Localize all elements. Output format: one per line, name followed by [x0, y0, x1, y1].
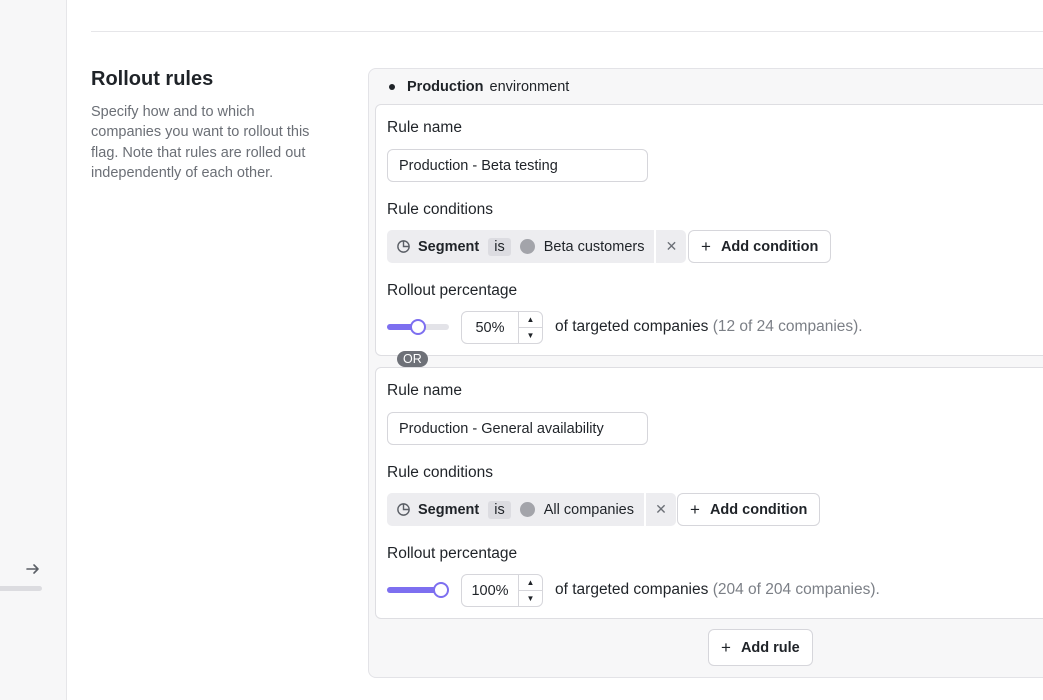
percentage-value[interactable]: 100% — [462, 575, 518, 606]
caret-up-icon[interactable]: ▲ — [519, 575, 542, 590]
add-condition-button[interactable]: + Add condition — [688, 230, 832, 263]
environment-card: Production environment Rule name Rule co… — [368, 68, 1043, 678]
divider — [91, 31, 1043, 32]
targeted-label: of targeted companies — [555, 318, 709, 335]
rule-name-label: Rule name — [387, 119, 462, 136]
rule-conditions-label: Rule conditions — [387, 201, 493, 218]
left-rail — [0, 0, 67, 700]
pie-chart-icon — [396, 239, 411, 254]
condition-chip[interactable]: Segment is Beta customers ✕ — [387, 230, 687, 263]
dot-icon — [389, 84, 395, 90]
condition-operator[interactable]: is — [488, 237, 511, 256]
percentage-stepper[interactable]: 50% ▲ ▼ — [461, 311, 543, 344]
condition-body[interactable]: Segment is All companies — [387, 493, 644, 526]
targeted-count: (12 of 24 companies). — [712, 318, 863, 335]
slider-thumb[interactable] — [410, 319, 426, 335]
section-description: Specify how and to which companies you w… — [91, 104, 310, 182]
percentage-stepper[interactable]: 100% ▲ ▼ — [461, 574, 543, 607]
add-condition-label: Add condition — [720, 238, 819, 255]
condition-field: Segment — [418, 501, 480, 518]
add-condition-label: Add condition — [709, 501, 808, 518]
plus-icon: + — [690, 500, 700, 519]
environment-suffix: environment — [489, 79, 570, 95]
plus-icon: + — [721, 638, 731, 657]
condition-field: Segment — [418, 238, 480, 255]
targeted-companies-text: of targeted companies (12 of 24 companie… — [555, 318, 863, 336]
targeted-label: of targeted companies — [555, 581, 709, 598]
percentage-value[interactable]: 50% — [462, 312, 518, 343]
rule-name-label: Rule name — [387, 382, 462, 399]
rule-card: Rule name Rule conditions Segment is All… — [375, 367, 1043, 619]
segment-dot-icon — [519, 502, 535, 517]
pie-chart-icon — [396, 502, 411, 517]
add-condition-button[interactable]: + Add condition — [677, 493, 821, 526]
section-title: Rollout rules — [91, 68, 214, 90]
stepper-arrows: ▲ ▼ — [518, 312, 542, 343]
or-badge: OR — [397, 351, 428, 367]
add-rule-button[interactable]: + Add rule — [708, 629, 813, 666]
condition-value[interactable]: All companies — [544, 502, 634, 518]
targeted-count: (204 of 204 companies). — [712, 581, 880, 598]
caret-up-icon[interactable]: ▲ — [519, 312, 542, 327]
condition-body[interactable]: Segment is Beta customers — [387, 230, 654, 263]
rollout-percentage-label: Rollout percentage — [387, 282, 518, 299]
environment-header: Production environment — [389, 79, 569, 95]
rule-name-input[interactable] — [387, 149, 648, 182]
close-icon[interactable]: ✕ — [654, 230, 686, 263]
condition-operator[interactable]: is — [488, 500, 511, 519]
close-icon[interactable]: ✕ — [644, 493, 676, 526]
segment-dot-icon — [519, 239, 535, 254]
rollout-slider[interactable] — [387, 580, 449, 600]
slider-thumb[interactable] — [433, 582, 449, 598]
condition-value[interactable]: Beta customers — [544, 239, 645, 255]
rollout-percentage-label: Rollout percentage — [387, 545, 518, 562]
rail-scrollbar[interactable] — [0, 586, 42, 591]
add-rule-label: Add rule — [740, 639, 800, 656]
rule-conditions-label: Rule conditions — [387, 464, 493, 481]
targeted-companies-text: of targeted companies (204 of 204 compan… — [555, 581, 880, 599]
caret-down-icon[interactable]: ▼ — [519, 590, 542, 606]
rollout-slider[interactable] — [387, 317, 449, 337]
arrow-right-icon[interactable] — [22, 558, 44, 580]
condition-chip[interactable]: Segment is All companies ✕ — [387, 493, 676, 526]
stepper-arrows: ▲ ▼ — [518, 575, 542, 606]
rule-card: Rule name Rule conditions Segment is Bet… — [375, 104, 1043, 356]
environment-name: Production — [407, 79, 484, 95]
rule-name-input[interactable] — [387, 412, 648, 445]
caret-down-icon[interactable]: ▼ — [519, 327, 542, 343]
plus-icon: + — [701, 237, 711, 256]
